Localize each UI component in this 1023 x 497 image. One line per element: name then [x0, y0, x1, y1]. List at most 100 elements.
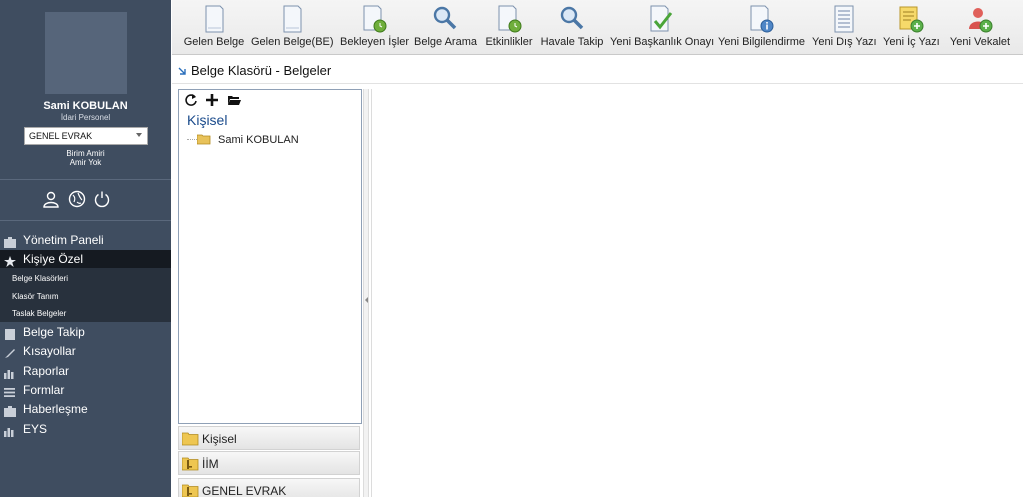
toolbar-etkinlikler-button[interactable]: Etkinlikler [483, 5, 535, 51]
document-icon [4, 327, 16, 340]
toolbar-item-label: Yeni İç Yazı [883, 36, 940, 48]
pencil-icon [4, 346, 16, 358]
user-icon[interactable] [42, 190, 60, 208]
toolbar-item-label: Belge Arama [414, 36, 477, 48]
toolbar-yeni-dis-yazi-button[interactable]: Yeni Dış Yazı [812, 5, 877, 51]
folder-tree-panel: Kişisel Sami KOBULAN [178, 89, 362, 424]
toolbar-item-label: Etkinlikler [485, 36, 533, 48]
panel-splitter[interactable] [363, 89, 369, 497]
sidebar: Sami KOBULAN İdari Personel GENEL EVRAK … [0, 0, 171, 497]
menu-item-belge-takip[interactable]: Belge Takip [0, 323, 171, 342]
unit-select[interactable]: GENEL EVRAK [24, 127, 148, 145]
menu-item-label: Haberleşme [23, 402, 88, 416]
toolbar-gelen-belge-be-button[interactable]: Gelen Belge(BE) [251, 5, 334, 51]
menu-item-raporlar[interactable]: Raporlar [0, 362, 171, 381]
note-add-icon [898, 5, 924, 33]
globe-icon[interactable] [68, 190, 86, 208]
submenu-item-taslak-belgeler[interactable]: Taslak Belgeler [12, 309, 66, 318]
user-add-icon [967, 5, 993, 33]
lined-document-icon [831, 5, 857, 33]
menu-item-label: Formlar [23, 383, 65, 397]
page-title: Belge Klasörü - Belgeler [191, 63, 332, 78]
toolbar-havale-takip-button[interactable]: Havale Takip [540, 5, 604, 51]
toolbar-item-label: Yeni Bilgilendirme [718, 36, 806, 48]
divider [0, 179, 171, 180]
plus-icon[interactable] [205, 93, 219, 107]
tree-node-label: Sami KOBULAN [218, 134, 299, 146]
user-name: Sami KOBULAN [43, 100, 128, 112]
avatar [45, 12, 127, 94]
document-clock-icon [496, 5, 522, 33]
submenu-item-klasor-tanim[interactable]: Klasör Tanım [12, 292, 59, 301]
divider [0, 220, 171, 221]
documents-content-area [371, 89, 1023, 497]
collapse-arrow-icon[interactable] [365, 297, 368, 303]
chevron-down-icon [136, 133, 142, 137]
toolbar-item-label: Havale Takip [540, 36, 604, 48]
bar-chart-icon [4, 424, 16, 437]
refresh-icon[interactable] [184, 93, 198, 107]
toolbar-yeni-ic-yazi-button[interactable]: Yeni İç Yazı [883, 5, 940, 51]
document-clock-icon [361, 5, 387, 33]
unit-manager-value: Amir Yok [69, 158, 102, 167]
toolbar-belge-arama-button[interactable]: Belge Arama [414, 5, 477, 51]
folder-key-icon [181, 457, 199, 471]
accordion-label: GENEL EVRAK [202, 484, 287, 497]
menu-item-yonetim-paneli[interactable]: Yönetim Paneli [0, 231, 171, 250]
toolbar-item-label: Gelen Belge [183, 36, 245, 48]
search-icon [432, 5, 458, 33]
briefcase-icon [4, 404, 16, 417]
open-folder-icon[interactable] [227, 93, 241, 107]
document-icon [279, 5, 305, 33]
folder-key-icon [181, 484, 199, 497]
document-check-icon [647, 5, 673, 33]
toolbar-yeni-bilgilendirme-button[interactable]: Yeni Bilgilendirme [718, 5, 806, 51]
toolbar: Gelen Belge Gelen Belge(BE) Bekleyen İşl… [172, 0, 1023, 55]
menu-item-formlar[interactable]: Formlar [0, 381, 171, 400]
document-info-icon [748, 5, 774, 33]
submenu-item-belge-klasorleri[interactable]: Belge Klasörleri [12, 274, 68, 283]
tree-root-label[interactable]: Kişisel [187, 112, 227, 128]
unit-select-value: GENEL EVRAK [29, 131, 93, 141]
menu-item-eys[interactable]: EYS [0, 420, 171, 439]
user-actions [42, 190, 132, 210]
menu-item-kisiye-ozel[interactable]: Kişiye Özel [0, 250, 171, 269]
accordion-genel-evrak[interactable]: GENEL EVRAK [178, 478, 360, 497]
search-icon [559, 5, 585, 33]
page-titlebar: Belge Klasörü - Belgeler [172, 56, 1023, 84]
menu-item-label: Belge Takip [23, 325, 85, 339]
toolbar-item-label: Yeni Başkanlık Onayı [610, 36, 715, 48]
toolbar-yeni-baskanlik-onayi-button[interactable]: Yeni Başkanlık Onayı [610, 5, 715, 51]
user-role: İdari Personel [60, 113, 111, 122]
unit-manager: Birim Amiri Amir Yok [0, 149, 171, 167]
tree-connector [187, 139, 197, 140]
toolbar-item-label: Gelen Belge(BE) [251, 36, 334, 48]
toolbar-item-label: Yeni Vekalet [949, 36, 1011, 48]
list-icon [4, 385, 16, 397]
accordion-label: İİM [202, 457, 219, 471]
menu-item-label: Yönetim Paneli [23, 233, 104, 247]
toolbar-gelen-belge-button[interactable]: Gelen Belge [183, 5, 245, 51]
power-icon[interactable] [93, 190, 111, 208]
menu-item-kisayollar[interactable]: Kısayollar [0, 342, 171, 361]
toolbar-item-label: Yeni Dış Yazı [812, 36, 877, 48]
menu-item-label: Kişiye Özel [23, 252, 84, 266]
star-icon [4, 254, 16, 267]
menu-item-label: Kısayollar [23, 344, 76, 358]
submenu-kisiye-ozel: Belge Klasörleri Klasör Tanım Taslak Bel… [0, 268, 171, 322]
folder-icon [196, 134, 211, 145]
bar-chart-icon [4, 366, 16, 379]
toolbar-yeni-vekalet-button[interactable]: Yeni Vekalet [948, 5, 1012, 51]
toolbar-bekleyen-isler-button[interactable]: Bekleyen İşler [340, 5, 409, 51]
arrow-down-right-icon [178, 66, 186, 75]
menu-item-label: EYS [23, 422, 48, 436]
accordion-iim[interactable]: İİM [178, 451, 360, 475]
menu-item-label: Raporlar [23, 364, 70, 378]
unit-manager-label: Birim Amiri [66, 149, 105, 158]
menu-item-haberlesme[interactable]: Haberleşme [0, 400, 171, 419]
document-icon [201, 5, 227, 33]
accordion-kisisel[interactable]: Kişisel [178, 426, 360, 450]
accordion-label: Kişisel [202, 432, 237, 446]
briefcase-icon [4, 235, 16, 248]
folder-icon [181, 432, 199, 446]
